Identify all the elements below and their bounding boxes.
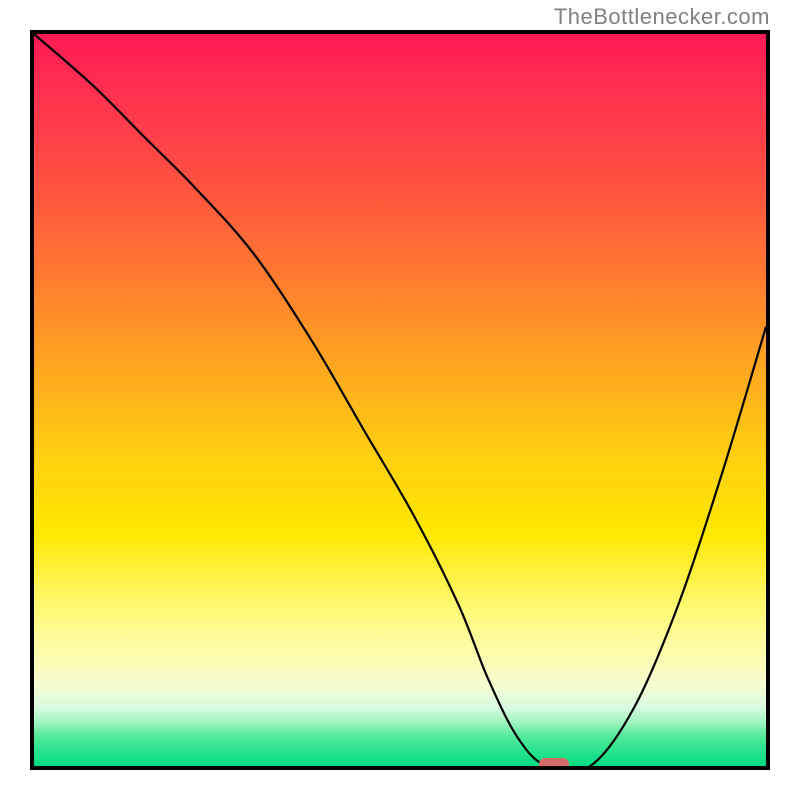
optimal-point-marker xyxy=(539,758,569,770)
source-label: TheBottlenecker.com xyxy=(554,4,770,30)
bottleneck-curve-path xyxy=(34,34,766,766)
curve-svg xyxy=(34,34,766,766)
chart-container: TheBottlenecker.com xyxy=(0,0,800,800)
plot-area xyxy=(30,30,770,770)
